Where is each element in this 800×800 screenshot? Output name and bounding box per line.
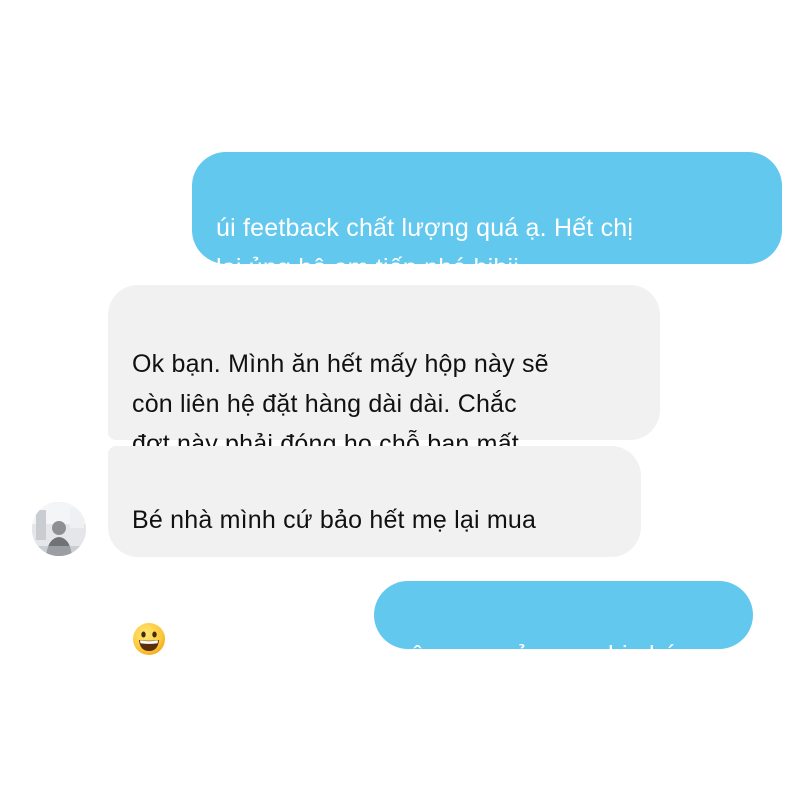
message-text: úi feetback chất lượng quá ạ. Hết chị lạ… <box>216 214 634 282</box>
outgoing-message-bubble[interactable]: úi feetback chất lượng quá ạ. Hết chị lạ… <box>192 152 782 282</box>
incoming-message-bubble[interactable]: Ok bạn. Mình ăn hết mấy hộp này sẽ còn l… <box>108 285 660 458</box>
message-text: Ok bạn. Mình ăn hết mấy hộp này sẽ còn l… <box>132 350 549 458</box>
message-text: Bé nhà mình cứ bảo hết mẹ lại mua <box>132 506 537 534</box>
incoming-message-bubble[interactable]: Bé nhà mình cứ bảo hết mẹ lại mua <box>108 446 641 655</box>
avatar-photo <box>32 502 86 556</box>
chat-thread: úi feetback chất lượng quá ạ. Hết chị lạ… <box>0 0 800 800</box>
grinning-face-emoji <box>132 582 166 668</box>
message-text: vâng em cảm ơn chị nhé <box>398 641 678 669</box>
outgoing-message-bubble[interactable]: vâng em cảm ơn chị nhé <box>374 581 753 669</box>
contact-avatar[interactable] <box>32 502 86 556</box>
